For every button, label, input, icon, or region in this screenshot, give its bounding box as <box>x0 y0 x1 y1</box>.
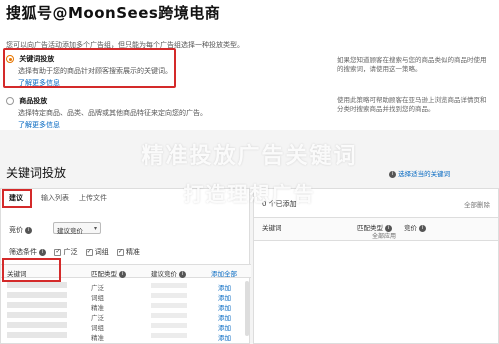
filter-label: 筛选条件 <box>9 248 37 256</box>
suggested-bid-column-header: 建议竞价 i <box>151 268 187 278</box>
suggestions-scrollbar[interactable] <box>245 281 249 336</box>
info-icon: i <box>119 270 127 278</box>
info-icon: i <box>25 226 33 234</box>
blurred-bid <box>151 303 187 308</box>
product-targeting-desc: 选择特定商品、品类、品牌或其他商品特征来定向您的广告。 <box>18 109 207 117</box>
keyword-tabs: 建议 输入列表 上传文件 <box>1 193 251 208</box>
match-type-filter: 筛选条件 i 广泛 词组 精准 <box>9 247 140 257</box>
blurred-bid <box>151 313 187 318</box>
blurred-keyword <box>7 322 67 328</box>
bid-label: 竞价 i <box>9 225 33 235</box>
blurred-keyword <box>7 312 67 318</box>
product-targeting-option[interactable]: 商品投放 选择特定商品、品类、品牌或其他商品特征来定向您的广告。 了解更多信息 <box>6 96 207 130</box>
blurred-keyword <box>7 302 67 308</box>
choose-keywords-help-link[interactable]: i 选择适当的关键词 <box>389 168 450 178</box>
blurred-keyword <box>7 282 67 288</box>
product-targeting-title: 商品投放 <box>19 97 48 105</box>
tab-upload-file[interactable]: 上传文件 <box>79 193 107 203</box>
highlight-box-keyword-column <box>2 258 61 282</box>
keyword-suggestions-card: 建议 输入列表 上传文件 竞价 i 建议竞价▾ 筛选条件 i 广泛 词组 精准 … <box>0 188 251 344</box>
blurred-bid <box>151 323 187 328</box>
broad-checkbox[interactable] <box>54 248 62 256</box>
add-all-button[interactable]: 添加全部 <box>211 268 237 278</box>
highlight-box-keyword-option <box>3 48 176 88</box>
blurred-bid <box>151 333 187 338</box>
info-icon: i <box>419 224 427 232</box>
info-icon: i <box>39 248 47 256</box>
match-type-column-header: 匹配类型 i <box>91 268 127 278</box>
product-strategy-hint: 使用此策略可帮助顾客在亚马逊上浏览商品详情页和分类时搜索商品并找到您的商品。 <box>337 96 487 113</box>
bid-type-select[interactable]: 建议竞价 ▾ <box>53 222 101 235</box>
product-learn-more-link[interactable]: 了解更多信息 <box>18 120 207 130</box>
table-row: 广泛 添加 <box>1 311 251 322</box>
added-keyword-column-header: 关键词 <box>262 224 282 232</box>
table-row: 词组 添加 <box>1 321 251 332</box>
phrase-label: 词组 <box>94 248 109 256</box>
chevron-down-icon: ▾ <box>93 225 97 232</box>
match-type-cell: 精准 <box>91 334 104 342</box>
added-bid-column-header: 竞价 i <box>404 222 427 232</box>
table-row: 精准 添加 <box>1 331 251 342</box>
added-table-header: 关键词 匹配类型 i 竞价 i 全部应用 <box>254 217 498 241</box>
broad-label: 广泛 <box>63 248 78 256</box>
phrase-checkbox[interactable] <box>85 248 93 256</box>
added-count: 0 个已添加 <box>262 200 297 208</box>
watermark-bar: 搜狐号@MoonSees跨境电商 <box>0 0 499 30</box>
blurred-keyword <box>7 292 67 298</box>
remove-all-button[interactable]: 全部删除 <box>464 199 490 209</box>
exact-label: 精准 <box>125 248 140 256</box>
radio-unselected-icon[interactable] <box>6 97 14 105</box>
keyword-strategy-hint: 如果您知道顾客在搜索与您的商品类似的商品时使用的搜索词，请使用这一策略。 <box>337 56 487 73</box>
table-row: 词组 添加 <box>1 291 251 302</box>
highlight-box-suggested-tab <box>2 189 32 208</box>
tab-enter-list[interactable]: 输入列表 <box>41 193 69 203</box>
suggestions-table-body: 广泛 添加 词组 添加 精准 添加 广泛 添加 词组 添加 精准 添加 <box>1 281 251 342</box>
table-row: 广泛 添加 <box>1 281 251 292</box>
blurred-keyword <box>7 332 67 338</box>
apply-all-link[interactable]: 全部应用 <box>372 231 396 240</box>
blurred-bid <box>151 283 187 288</box>
exact-checkbox[interactable] <box>116 248 124 256</box>
watermark-text: 搜狐号@MoonSees跨境电商 <box>6 4 221 22</box>
added-keywords-card: 0 个已添加 全部删除 关键词 匹配类型 i 竞价 i 全部应用 <box>253 188 499 344</box>
keyword-panel-title: 关键词投放 <box>6 166 67 180</box>
table-row: 精准 添加 <box>1 301 251 312</box>
blurred-bid <box>151 293 187 298</box>
info-icon: i <box>389 170 396 178</box>
add-button[interactable]: 添加 <box>218 332 231 342</box>
info-icon: i <box>179 270 187 278</box>
